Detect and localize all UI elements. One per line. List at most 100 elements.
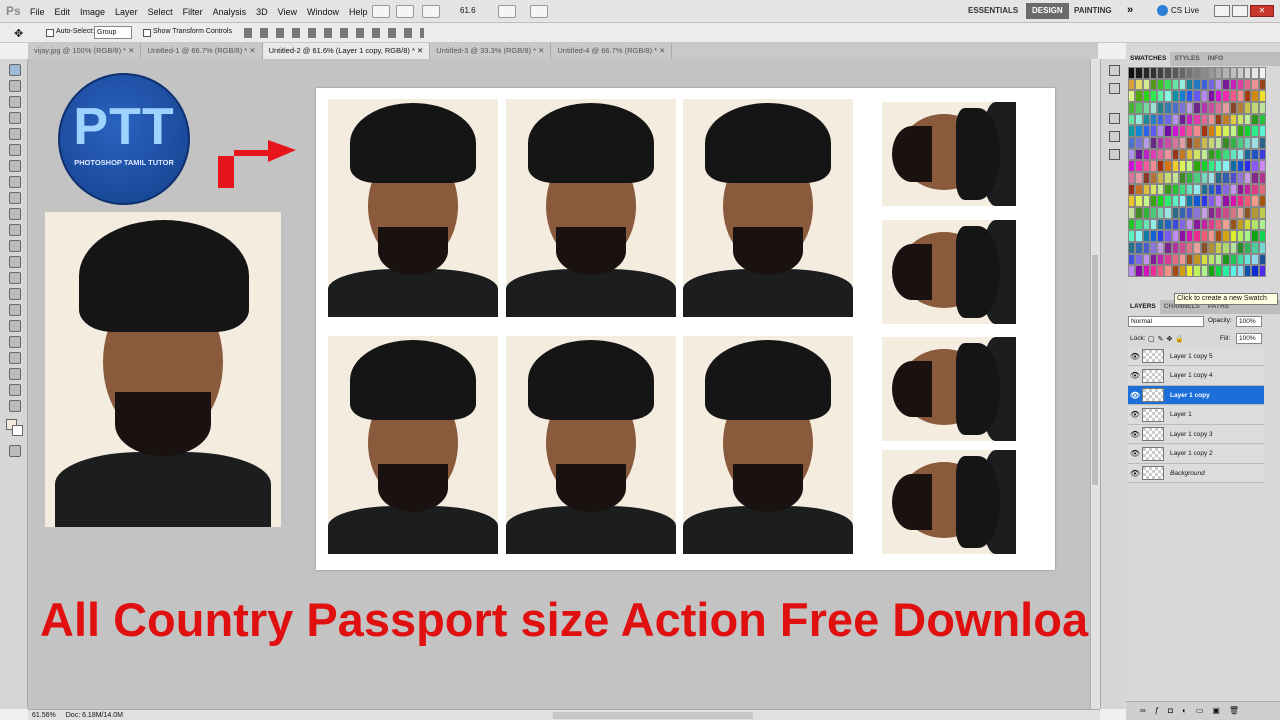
- swatch[interactable]: [1142, 148, 1150, 161]
- transform-controls-checkbox[interactable]: [143, 29, 151, 37]
- swatch[interactable]: [1149, 125, 1158, 137]
- swatch[interactable]: [1186, 195, 1194, 207]
- swatch[interactable]: [1200, 113, 1208, 126]
- swatch[interactable]: [1135, 183, 1143, 196]
- swatch[interactable]: [1157, 113, 1165, 126]
- menu-edit[interactable]: Edit: [55, 7, 71, 17]
- swatch[interactable]: [1149, 195, 1158, 207]
- swatch[interactable]: [1200, 230, 1208, 242]
- swatch[interactable]: [1200, 160, 1208, 172]
- swatch[interactable]: [1244, 183, 1252, 196]
- swatch[interactable]: [1244, 206, 1252, 219]
- menu-3d[interactable]: 3D: [256, 7, 268, 17]
- swatch[interactable]: [1178, 90, 1187, 102]
- swatch[interactable]: [1157, 171, 1165, 184]
- swatch[interactable]: [1164, 253, 1172, 266]
- tab-untitled-2[interactable]: Untitled-2 @ 61.6% (Layer 1 copy, RGB/8)…: [262, 43, 431, 59]
- 3d-rotate-tool-icon[interactable]: [9, 352, 21, 364]
- swatch[interactable]: [1200, 183, 1208, 196]
- swatch[interactable]: [1244, 265, 1252, 277]
- swatch[interactable]: [1157, 253, 1165, 266]
- swatch[interactable]: [1222, 195, 1230, 207]
- healing-tool-icon[interactable]: [9, 160, 21, 172]
- swatch[interactable]: [1171, 171, 1179, 184]
- swatch[interactable]: [1178, 206, 1187, 219]
- swatch[interactable]: [1164, 113, 1172, 126]
- layer-row[interactable]: 👁 Layer 1 copy 2: [1128, 444, 1264, 464]
- lasso-tool-icon[interactable]: [9, 96, 21, 108]
- swatch[interactable]: [1171, 67, 1179, 79]
- swatch[interactable]: [1251, 171, 1259, 184]
- swatch[interactable]: [1236, 230, 1245, 242]
- swatch[interactable]: [1164, 183, 1172, 196]
- swatch[interactable]: [1178, 67, 1187, 79]
- swatch[interactable]: [1178, 171, 1187, 184]
- swatch[interactable]: [1258, 90, 1266, 102]
- swatch[interactable]: [1128, 67, 1136, 79]
- swatch[interactable]: [1193, 241, 1201, 254]
- swatch[interactable]: [1236, 241, 1245, 254]
- masks-panel-icon[interactable]: [1109, 131, 1120, 142]
- swatch[interactable]: [1200, 218, 1208, 231]
- extras-button[interactable]: [422, 5, 440, 18]
- swatch[interactable]: [1171, 183, 1179, 196]
- swatch[interactable]: [1157, 136, 1165, 149]
- swatch[interactable]: [1171, 136, 1179, 149]
- swatch[interactable]: [1193, 195, 1201, 207]
- swatch[interactable]: [1207, 67, 1216, 79]
- tab-layers[interactable]: LAYERS: [1126, 300, 1160, 314]
- swatch[interactable]: [1258, 78, 1266, 91]
- swatch[interactable]: [1258, 253, 1266, 266]
- swatch[interactable]: [1186, 183, 1194, 196]
- swatch[interactable]: [1157, 148, 1165, 161]
- swatch[interactable]: [1251, 125, 1259, 137]
- swatch[interactable]: [1207, 206, 1216, 219]
- blur-tool-icon[interactable]: [9, 256, 21, 268]
- swatch[interactable]: [1200, 253, 1208, 266]
- swatch[interactable]: [1244, 67, 1252, 79]
- swatch[interactable]: [1164, 101, 1172, 114]
- swatch[interactable]: [1149, 67, 1158, 79]
- swatch[interactable]: [1207, 148, 1216, 161]
- swatch[interactable]: [1222, 183, 1230, 196]
- swatch[interactable]: [1186, 148, 1194, 161]
- swatch[interactable]: [1200, 78, 1208, 91]
- eraser-tool-icon[interactable]: [9, 224, 21, 236]
- swatch[interactable]: [1135, 171, 1143, 184]
- swatch[interactable]: [1186, 136, 1194, 149]
- brush-tool-icon[interactable]: [9, 176, 21, 188]
- swatch[interactable]: [1178, 78, 1187, 91]
- background-color-swatch[interactable]: [12, 425, 23, 436]
- swatch[interactable]: [1149, 136, 1158, 149]
- swatch[interactable]: [1142, 171, 1150, 184]
- lock-icons[interactable]: ▢✎✥🔒: [1148, 335, 1187, 343]
- swatch[interactable]: [1244, 136, 1252, 149]
- bridge-button[interactable]: [372, 5, 390, 18]
- swatch[interactable]: [1142, 113, 1150, 126]
- swatch[interactable]: [1171, 90, 1179, 102]
- layer-row[interactable]: 👁 Layer 1 copy 4: [1128, 366, 1264, 386]
- swatch[interactable]: [1236, 113, 1245, 126]
- swatch[interactable]: [1186, 241, 1194, 254]
- swatch[interactable]: [1157, 265, 1165, 277]
- menu-view[interactable]: View: [278, 7, 297, 17]
- swatch[interactable]: [1157, 241, 1165, 254]
- swatch[interactable]: [1222, 148, 1230, 161]
- swatch[interactable]: [1251, 218, 1259, 231]
- swatch[interactable]: [1142, 241, 1150, 254]
- swatch[interactable]: [1215, 160, 1223, 172]
- layer-row[interactable]: 👁 Layer 1: [1128, 405, 1264, 425]
- swatch[interactable]: [1171, 206, 1179, 219]
- swatch[interactable]: [1244, 195, 1252, 207]
- fill-input[interactable]: 100%: [1236, 333, 1262, 344]
- swatch[interactable]: [1142, 218, 1150, 231]
- swatch[interactable]: [1207, 136, 1216, 149]
- swatch[interactable]: [1258, 218, 1266, 231]
- swatch[interactable]: [1244, 171, 1252, 184]
- swatch[interactable]: [1207, 183, 1216, 196]
- layer-row[interactable]: 👁 Layer 1 copy 5: [1128, 347, 1264, 366]
- swatch[interactable]: [1164, 90, 1172, 102]
- swatch[interactable]: [1236, 125, 1245, 137]
- swatch[interactable]: [1164, 78, 1172, 91]
- swatch[interactable]: [1149, 78, 1158, 91]
